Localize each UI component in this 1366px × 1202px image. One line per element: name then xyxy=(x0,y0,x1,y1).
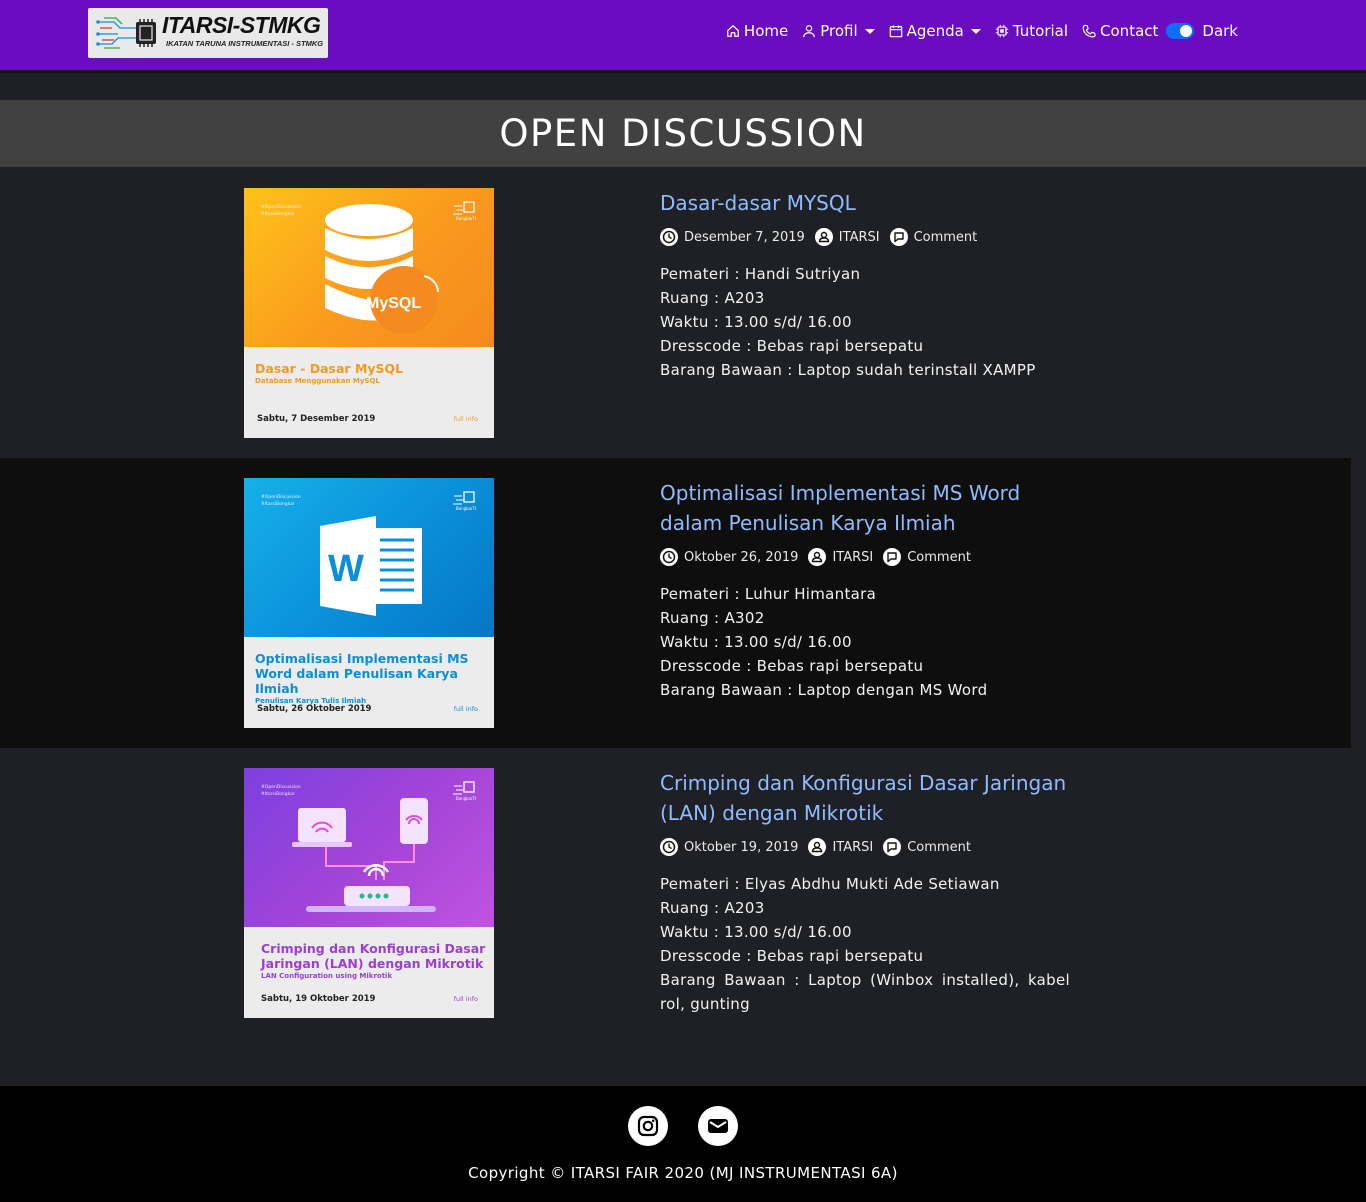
post-comment[interactable]: Comment xyxy=(883,838,971,856)
post-details: Pemateri : Luhur Himantara Ruang : A302 … xyxy=(660,585,988,699)
dark-mode-toggle[interactable] xyxy=(1166,23,1195,39)
post-title[interactable]: Crimping dan Konfigurasi Dasar Jaringan … xyxy=(660,768,1070,828)
brand-subtitle: IKATAN TARUNA INSTRUMENTASI - STMKG xyxy=(166,39,324,48)
poster-caption: Optimalisasi Implementasi MS Word dalam … xyxy=(255,651,469,705)
nav-tutorial[interactable]: Tutorial xyxy=(995,22,1068,40)
nav-home-label: Home xyxy=(743,22,789,40)
post-author[interactable]: ITARSI xyxy=(808,838,873,856)
post-date: Oktober 19, 2019 xyxy=(660,838,798,856)
post-date: Desember 7, 2019 xyxy=(660,228,805,246)
post-item: #OpenDiscussion #ItarsiBongkar BongkarTI… xyxy=(0,168,1366,458)
chevron-down-icon xyxy=(864,28,875,34)
dark-mode-label: Dark xyxy=(1202,22,1238,40)
copyright-text: Copyright © ITARSI FAIR 2020 (MJ INSTRUM… xyxy=(468,1164,898,1182)
post-author[interactable]: ITARSI xyxy=(808,548,873,566)
chevron-down-icon xyxy=(970,28,981,34)
post-meta: Oktober 26, 2019 ITARSI Comment xyxy=(660,548,1070,566)
brand-title: ITARSI-STMKG xyxy=(162,12,321,38)
nav-profil[interactable]: Profil xyxy=(802,22,875,40)
post-meta: Oktober 19, 2019 ITARSI Comment xyxy=(660,838,1070,856)
author-icon xyxy=(808,838,827,856)
nav-contact-label: Contact xyxy=(1100,22,1159,40)
brand-logo[interactable]: ITARSI-STMKG IKATAN TARUNA INSTRUMENTASI… xyxy=(88,8,328,58)
author-icon xyxy=(808,548,827,566)
main-nav: Home Profil Agenda Tutorial Contact Dark xyxy=(712,22,1238,40)
post-title[interactable]: Dasar-dasar MYSQL xyxy=(660,188,1070,218)
network-router-icon xyxy=(292,798,436,912)
post-details: Pemateri : Elyas Abdhu Mukti Ade Setiawa… xyxy=(660,875,1070,1013)
poster-date: Sabtu, 19 Oktober 2019 xyxy=(261,994,376,1004)
svg-text:W: W xyxy=(328,548,364,590)
post-comment[interactable]: Comment xyxy=(883,548,971,566)
navbar: ITARSI-STMKG IKATAN TARUNA INSTRUMENTASI… xyxy=(0,0,1366,73)
footer: Copyright © ITARSI FAIR 2020 (MJ INSTRUM… xyxy=(0,1086,1366,1202)
nav-profil-label: Profil xyxy=(820,22,858,40)
post-comment[interactable]: Comment xyxy=(889,228,977,246)
post-thumbnail[interactable]: #OpenDiscussion #ItarsiBongkar BongkarTI… xyxy=(244,478,494,728)
email-icon xyxy=(708,1119,728,1133)
clock-icon xyxy=(660,548,678,566)
user-icon xyxy=(803,25,816,38)
instagram-link[interactable] xyxy=(628,1106,668,1146)
nav-tutorial-label: Tutorial xyxy=(1012,22,1069,40)
comment-icon xyxy=(883,548,902,566)
poster-full-info: full info xyxy=(453,995,478,1003)
post-title[interactable]: Optimalisasi Implementasi MS Word dalam … xyxy=(660,478,1070,538)
nav-agenda[interactable]: Agenda xyxy=(889,22,981,40)
clock-icon xyxy=(660,838,678,856)
home-icon xyxy=(727,25,739,37)
clock-icon xyxy=(660,228,678,246)
chip-icon xyxy=(995,24,1008,38)
phone-icon xyxy=(1082,24,1096,38)
email-link[interactable] xyxy=(698,1106,738,1146)
post-date: Oktober 26, 2019 xyxy=(660,548,798,566)
poster-date: Sabtu, 7 Desember 2019 xyxy=(257,414,376,424)
comment-icon xyxy=(889,228,908,246)
poster-caption: Dasar - Dasar MySQL Database Menggunakan… xyxy=(255,361,404,385)
post-author[interactable]: ITARSI xyxy=(814,228,880,246)
post-meta: Desember 7, 2019 ITARSI Comment xyxy=(660,228,1070,246)
post-thumbnail[interactable]: #OpenDiscussion #ItarsiBongkar BongkarTI… xyxy=(244,768,494,1018)
nav-home[interactable]: Home xyxy=(726,22,788,40)
post-item: #OpenDiscussion #ItarsiBongkar BongkarTI… xyxy=(0,748,1366,1068)
comment-icon xyxy=(883,838,902,856)
page-title: OPEN DISCUSSION xyxy=(0,100,1366,167)
poster-full-info: full info xyxy=(453,705,478,713)
nav-contact[interactable]: Contact xyxy=(1082,22,1158,40)
post-details: Pemateri : Handi Sutriyan Ruang : A203 W… xyxy=(660,265,1036,379)
calendar-icon xyxy=(889,25,902,38)
poster-full-info: full info xyxy=(453,415,478,423)
svg-text:MySQL: MySQL xyxy=(366,295,421,312)
poster-caption: Crimping dan Konfigurasi Dasar Jaringan … xyxy=(261,941,486,980)
nav-agenda-label: Agenda xyxy=(906,22,964,40)
instagram-icon xyxy=(637,1115,659,1137)
poster-date: Sabtu, 26 Oktober 2019 xyxy=(257,704,372,714)
database-icon: MySQL xyxy=(325,204,439,334)
author-icon xyxy=(814,228,833,246)
post-item: #OpenDiscussion #ItarsiBongkar BongkarTI… xyxy=(0,458,1351,748)
circuit-chip-icon xyxy=(96,17,156,49)
ms-word-icon: W xyxy=(320,516,422,616)
post-thumbnail[interactable]: #OpenDiscussion #ItarsiBongkar BongkarTI… xyxy=(244,188,494,438)
